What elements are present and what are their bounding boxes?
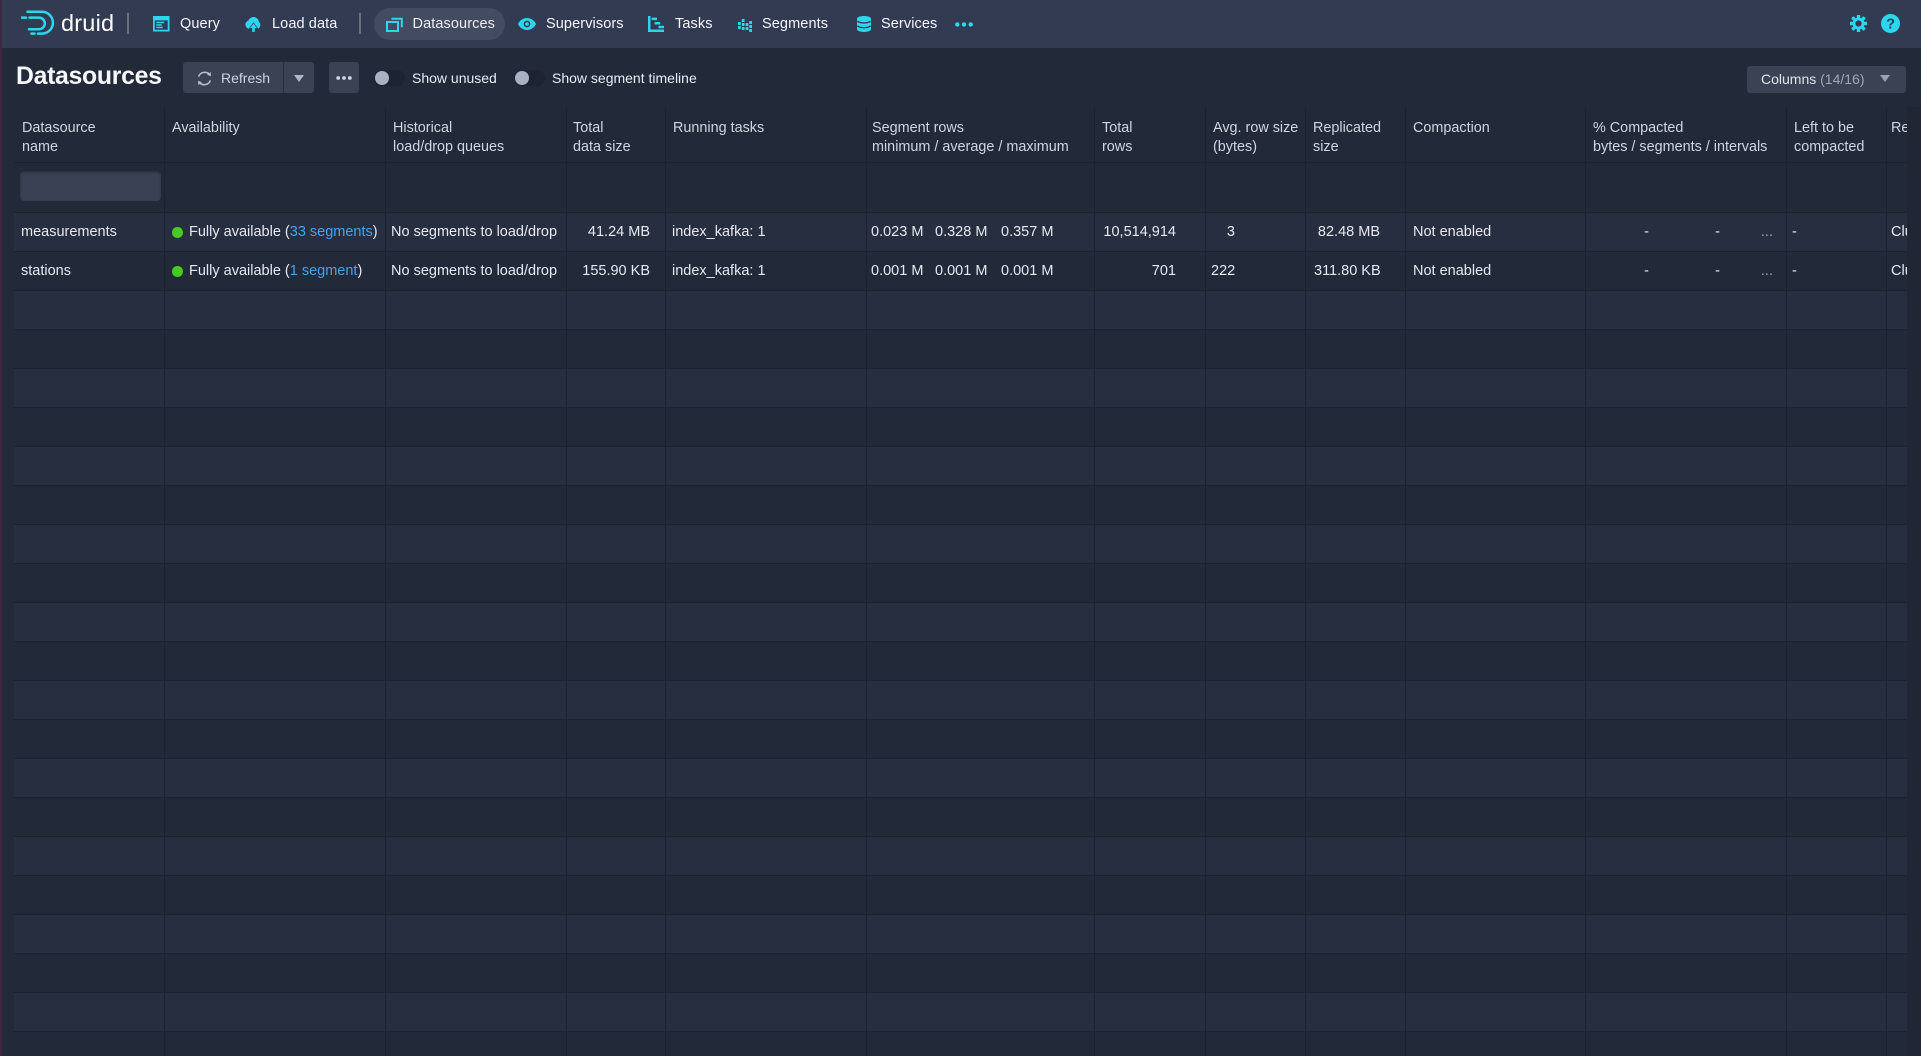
svg-text:?: ? (1886, 16, 1895, 32)
